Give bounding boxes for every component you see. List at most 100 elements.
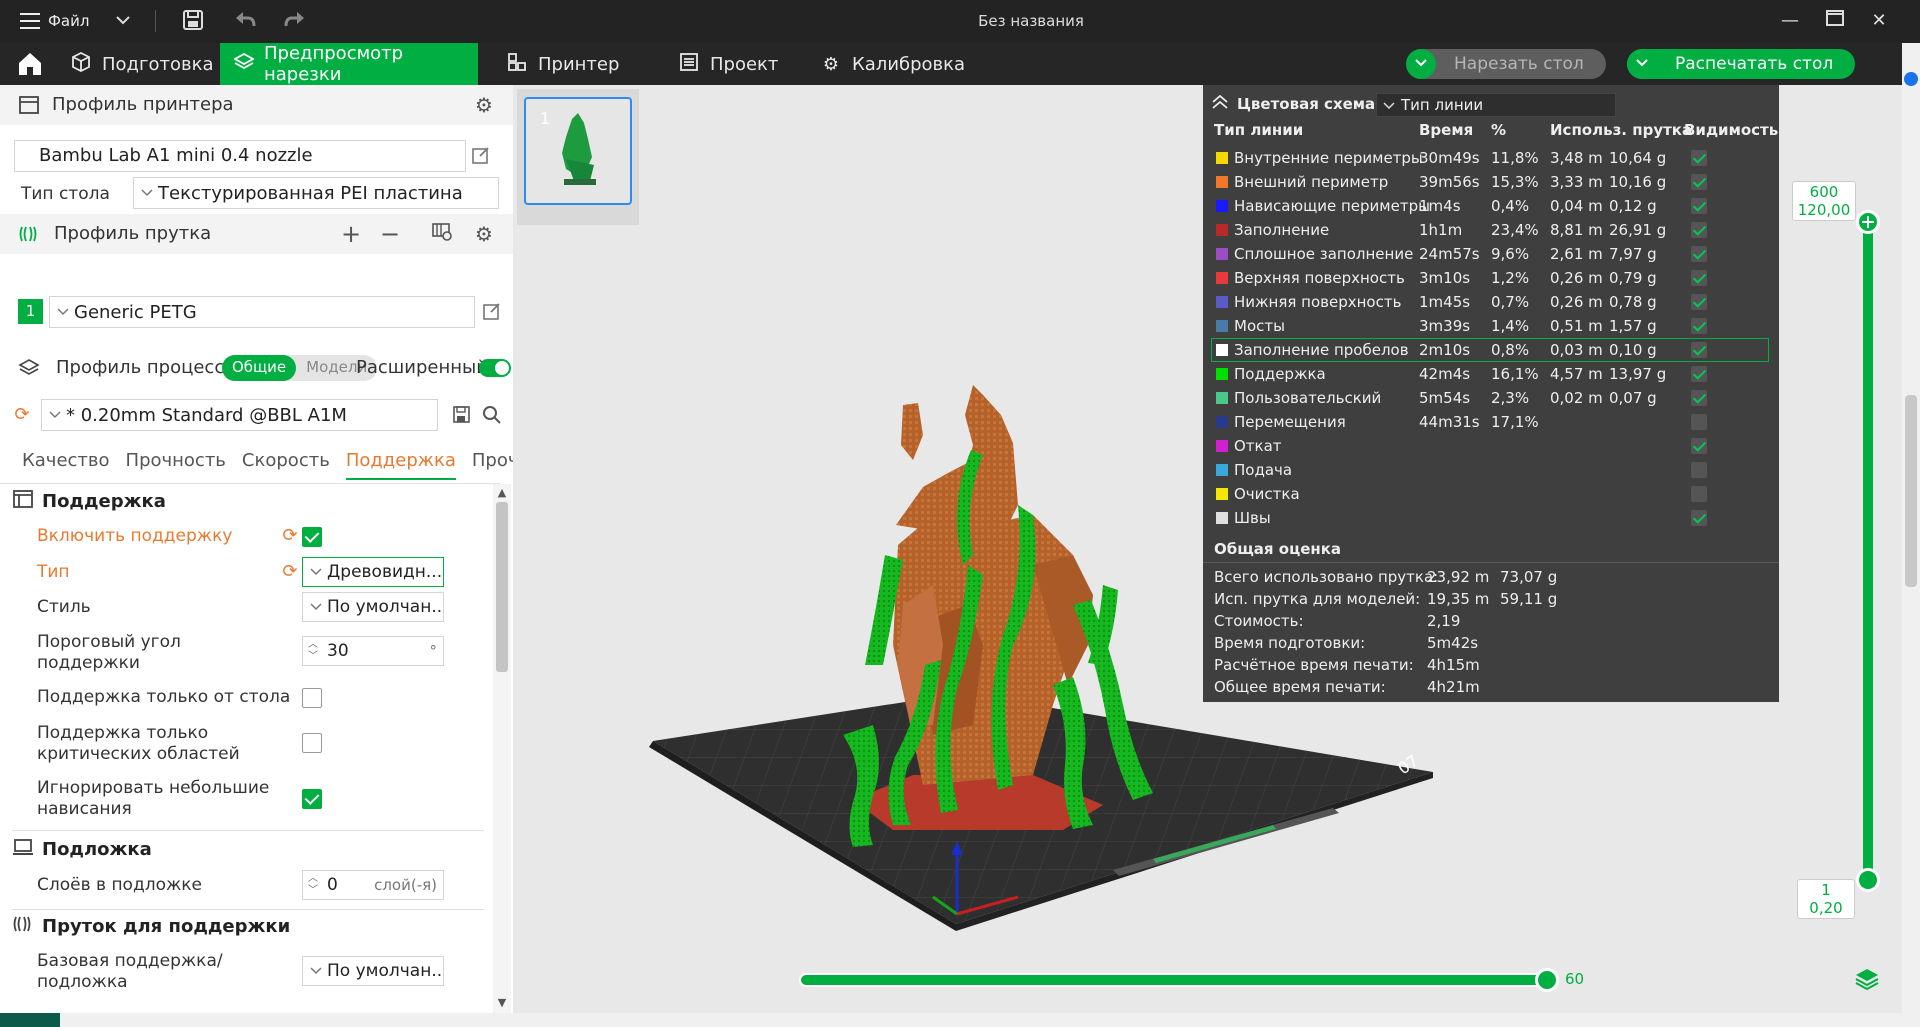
layer-slider-top-handle[interactable]	[1856, 210, 1880, 234]
line-time: 39m56s	[1419, 173, 1480, 191]
visibility-checkbox[interactable]	[1691, 486, 1707, 502]
visibility-checkbox[interactable]	[1691, 270, 1707, 286]
stepper-arrows-icon[interactable]: ︿ ﹀	[307, 639, 319, 663]
bed-type-select[interactable]: Текстурированная PEI пластина	[133, 177, 499, 209]
move-slider-track[interactable]	[799, 973, 1551, 987]
scroll-down-icon[interactable]: ▼	[496, 996, 508, 1009]
printer-select[interactable]: Bambu Lab A1 mini 0.4 nozzle	[14, 140, 466, 172]
sync-icon[interactable]	[430, 222, 454, 246]
advanced-toggle[interactable]	[479, 359, 511, 377]
line-length: 0,02 m	[1550, 389, 1603, 407]
line-length: 8,81 m	[1550, 221, 1603, 239]
support-style-label: Стиль	[37, 597, 91, 617]
chevron-down-icon[interactable]	[1627, 49, 1657, 79]
subtab-quality[interactable]: Качество	[22, 450, 110, 480]
visibility-checkbox[interactable]	[1691, 222, 1707, 238]
collapse-icon[interactable]	[1211, 94, 1229, 113]
support-filament-group-header: Пруток для поддержки	[12, 914, 290, 939]
layer-slider-track[interactable]	[1863, 220, 1873, 884]
settings-icon[interactable]: ⚙	[472, 222, 496, 246]
support-style-select[interactable]: По умолчан...	[302, 592, 444, 622]
line-weight: 10,64 g	[1609, 149, 1667, 167]
minimize-icon[interactable]: —	[1775, 9, 1805, 33]
line-length: 0,26 m	[1550, 293, 1603, 311]
raft-layers-input[interactable]: ︿ ﹀ 0 слой(-я)	[302, 870, 444, 900]
layer-slider[interactable]	[1856, 210, 1880, 892]
visibility-checkbox[interactable]	[1691, 414, 1707, 430]
line-type-name: Нависающие периметры	[1234, 197, 1430, 215]
line-length: 0,03 m	[1550, 341, 1603, 359]
process-select[interactable]: * 0.20mm Standard @BBL A1M	[41, 399, 438, 431]
maximize-icon[interactable]	[1820, 9, 1850, 33]
visibility-checkbox[interactable]	[1691, 438, 1707, 454]
add-icon[interactable]: +	[339, 222, 363, 246]
slice-plate-button[interactable]: Нарезать стол	[1406, 49, 1606, 79]
outer-scrollbar[interactable]	[1905, 395, 1917, 587]
layer-top-number: 600	[1809, 183, 1839, 201]
process-mode-switch[interactable]: Общие Модели	[222, 355, 378, 381]
subtab-support[interactable]: Поддержка	[345, 450, 456, 480]
visibility-checkbox[interactable]	[1691, 246, 1707, 262]
line-time: 30m49s	[1419, 149, 1480, 167]
critical-regions-checkbox[interactable]	[302, 733, 322, 753]
visibility-checkbox[interactable]	[1691, 294, 1707, 310]
tab-preview[interactable]: Предпросмотр нарезки	[220, 43, 478, 85]
search-icon[interactable]	[482, 405, 504, 427]
save-icon[interactable]	[452, 405, 474, 427]
reset-icon[interactable]: ⟳	[280, 562, 300, 582]
visibility-checkbox[interactable]	[1691, 510, 1707, 526]
settings-icon[interactable]: ⚙	[472, 93, 496, 117]
visibility-checkbox[interactable]	[1691, 366, 1707, 382]
visibility-checkbox[interactable]	[1691, 150, 1707, 166]
tab-prepare[interactable]: Подготовка	[56, 43, 227, 85]
enable-support-checkbox[interactable]	[302, 527, 322, 547]
summary-row: Расчётное время печати: 4h15m	[1214, 656, 1714, 678]
subtab-others[interactable]: Прочее	[472, 450, 513, 480]
edit-icon[interactable]	[471, 145, 493, 167]
threshold-angle-input[interactable]: ︿ ﹀ 30 °	[302, 636, 444, 666]
line-type-name: Очистка	[1234, 485, 1300, 503]
stepper-arrows-icon[interactable]: ︿ ﹀	[307, 873, 319, 897]
remove-icon[interactable]: −	[378, 222, 402, 246]
settings-scrollbar[interactable]: ▲ ▼	[493, 484, 511, 1013]
raft-layers-unit: слой(-я)	[374, 876, 437, 894]
move-slider[interactable]	[795, 968, 1559, 992]
scroll-up-icon[interactable]: ▲	[496, 486, 508, 499]
summary-label: Исп. прутка для моделей:	[1214, 590, 1421, 608]
chevron-down-icon	[49, 411, 61, 419]
refresh-icon[interactable]: ⟳	[12, 405, 32, 425]
filament-slot-badge[interactable]: 1	[18, 299, 43, 324]
summary-value: 4h15m	[1427, 656, 1480, 674]
support-on-plate-checkbox[interactable]	[302, 688, 322, 708]
line-percent: 1,4%	[1491, 317, 1530, 335]
color-scheme-select[interactable]: Тип линии	[1376, 93, 1616, 117]
close-icon[interactable]: ✕	[1864, 9, 1894, 33]
mode-general[interactable]: Общие	[222, 355, 297, 381]
reset-icon[interactable]: ⟳	[280, 526, 300, 546]
visibility-checkbox[interactable]	[1691, 198, 1707, 214]
tab-calibration[interactable]: ⚙ Калибровка	[806, 43, 979, 85]
chevron-down-icon[interactable]	[1406, 49, 1436, 79]
subtab-strength[interactable]: Прочность	[126, 450, 226, 480]
print-plate-button[interactable]: Распечатать стол	[1627, 49, 1856, 79]
edit-icon[interactable]	[482, 301, 504, 323]
tab-project[interactable]: Проект	[664, 43, 792, 85]
visibility-checkbox[interactable]	[1691, 174, 1707, 190]
bed-type-value: Текстурированная PEI пластина	[158, 182, 463, 204]
filament-select[interactable]: Generic PETG	[49, 296, 475, 328]
base-support-select[interactable]: По умолчан...	[302, 956, 444, 986]
layers-icon[interactable]	[1854, 967, 1882, 993]
subtab-speed[interactable]: Скорость	[242, 450, 330, 480]
settings-scrollbar-thumb[interactable]	[496, 502, 508, 672]
line-color-swatch	[1216, 440, 1228, 452]
ignore-small-overhangs-checkbox[interactable]	[302, 789, 322, 809]
visibility-checkbox[interactable]	[1691, 318, 1707, 334]
support-type-select[interactable]: Древовидн...	[302, 557, 444, 587]
layer-slider-bottom-handle[interactable]	[1856, 868, 1880, 892]
visibility-checkbox[interactable]	[1691, 462, 1707, 478]
home-icon[interactable]	[16, 51, 44, 77]
visibility-checkbox[interactable]	[1691, 342, 1707, 358]
visibility-checkbox[interactable]	[1691, 390, 1707, 406]
move-slider-handle[interactable]	[1535, 968, 1559, 992]
tab-printer[interactable]: Принтер	[492, 43, 633, 85]
